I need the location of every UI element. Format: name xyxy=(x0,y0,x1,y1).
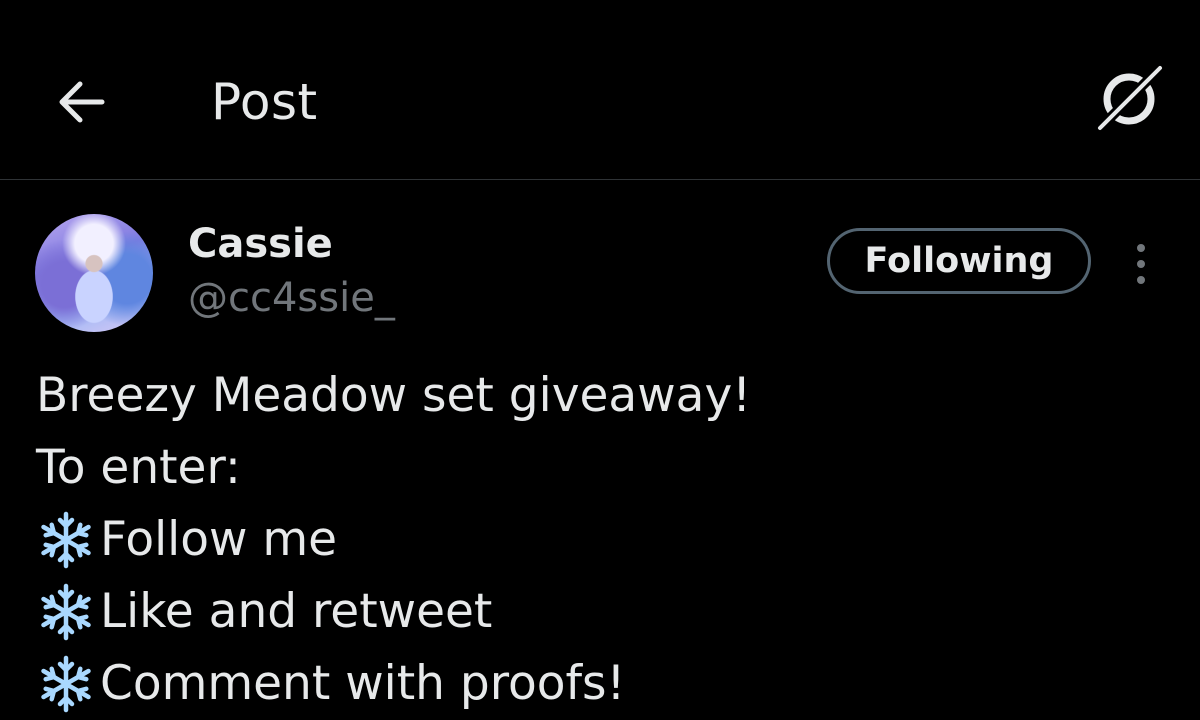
author-handle[interactable]: @cc4ssie_ xyxy=(188,274,395,322)
grok-button[interactable] xyxy=(1092,62,1166,136)
more-vertical-icon xyxy=(1137,244,1145,284)
snowflake-icon xyxy=(41,511,91,569)
bullet-item: Follow me xyxy=(36,504,1166,576)
bullet-text: Like and retweet xyxy=(100,584,493,639)
grok-icon xyxy=(1094,62,1166,134)
snowflake-icon xyxy=(41,583,91,641)
snowflake-icon xyxy=(41,655,91,713)
bullet-text: Follow me xyxy=(100,512,338,567)
post-line: To enter: xyxy=(36,440,241,495)
page-title: Post xyxy=(211,73,318,131)
post-line: Breezy Meadow set giveaway! xyxy=(36,368,752,423)
post-text: Breezy Meadow set giveaway! To enter: Fo… xyxy=(36,360,1166,720)
bullet-item: Comment with proofs! xyxy=(36,648,1166,720)
more-options-button[interactable] xyxy=(1116,236,1166,292)
post: Cassie @cc4ssie_ Following Breezy Meadow… xyxy=(0,180,1200,713)
author-display-name[interactable]: Cassie xyxy=(188,220,333,268)
bullet-text: Comment with proofs! xyxy=(100,656,626,711)
bullet-item: Like and retweet xyxy=(36,576,1166,648)
back-button[interactable] xyxy=(48,72,112,132)
avatar[interactable] xyxy=(35,214,153,332)
following-button[interactable]: Following xyxy=(827,228,1091,294)
top-bar: Post xyxy=(0,0,1200,180)
arrow-left-icon xyxy=(59,81,105,123)
